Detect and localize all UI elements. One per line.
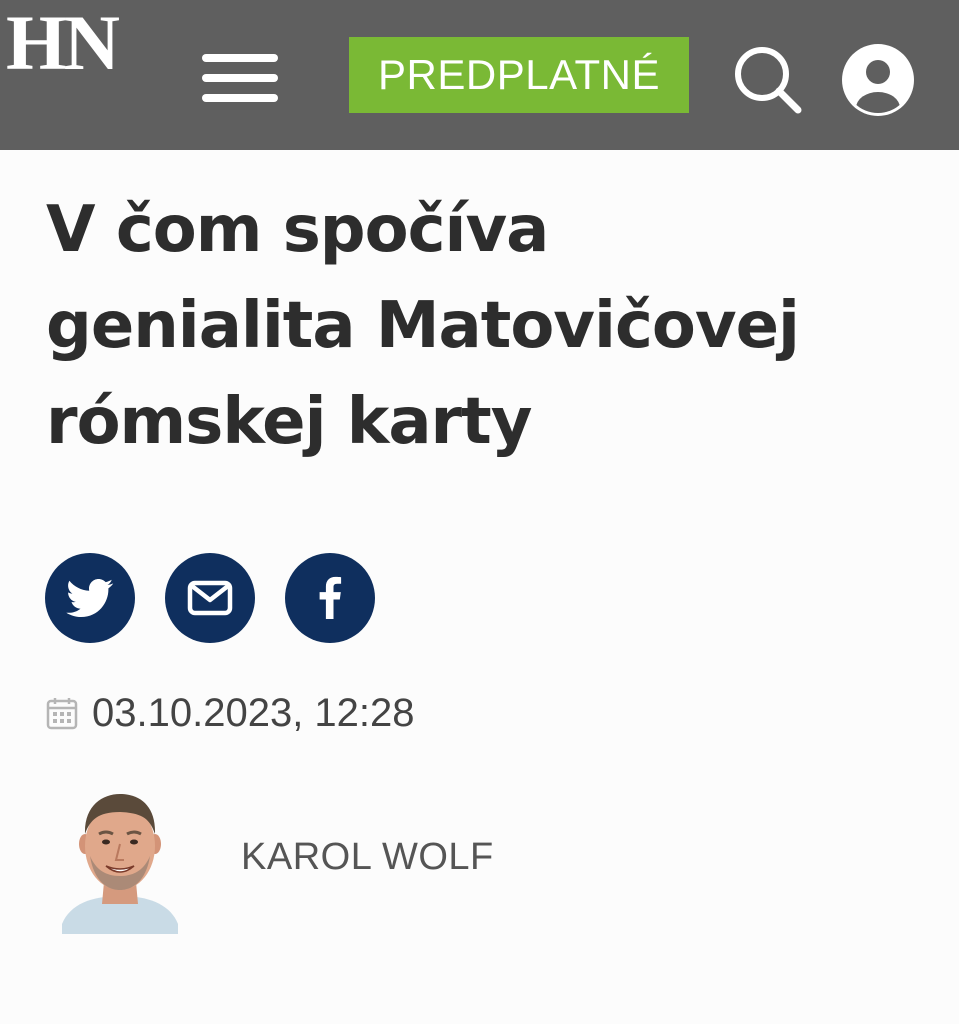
user-account-icon[interactable] [840,42,916,118]
twitter-icon [66,579,114,617]
search-icon[interactable] [730,42,806,118]
site-logo[interactable]: HN [6,4,120,82]
subscribe-button[interactable]: PREDPLATNÉ [349,37,689,113]
title-line: genialita Matovičovej [46,289,800,363]
title-line: rómskej karty [46,385,532,459]
calendar-icon [46,698,78,730]
date-text: 03.10.2023, 12:28 [92,691,415,735]
hamburger-menu-icon[interactable] [200,50,280,106]
author-photo [62,794,178,934]
author-name[interactable]: KAROL WOLF [241,835,494,879]
top-navigation-bar: HN PREDPLATNÉ [0,0,959,150]
author-avatar[interactable] [58,786,182,934]
article-title: V čom spočíva genialita Matovičovej róms… [46,182,926,470]
share-email-button[interactable] [165,553,255,643]
email-icon [187,580,233,616]
article-page: HN PREDPLATNÉ V čom spočíva genialita Ma… [0,0,959,1024]
share-facebook-button[interactable] [285,553,375,643]
title-line: V čom spočíva [46,193,549,267]
share-twitter-button[interactable] [45,553,135,643]
facebook-icon [319,576,342,619]
